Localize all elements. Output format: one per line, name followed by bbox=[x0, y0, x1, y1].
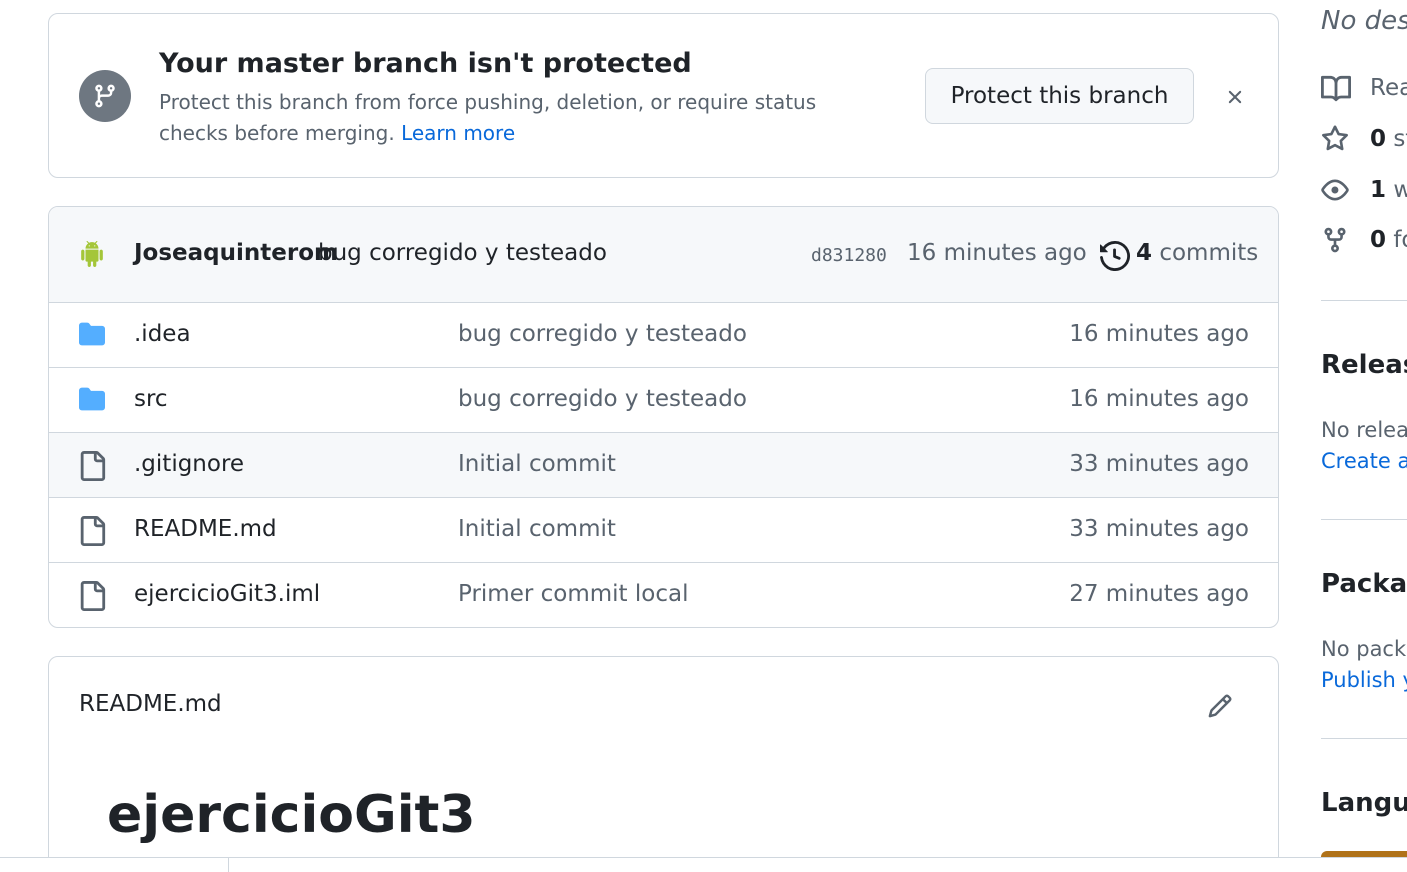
file-name-link[interactable]: .gitignore bbox=[134, 451, 244, 477]
commits-label: commits bbox=[1159, 240, 1259, 266]
folder-icon bbox=[77, 386, 107, 416]
file-icon bbox=[77, 451, 107, 485]
commits-link[interactable]: 4 commits bbox=[1136, 240, 1258, 266]
file-name-link[interactable]: .idea bbox=[134, 321, 191, 347]
file-name-link[interactable]: src bbox=[134, 386, 168, 412]
table-row[interactable]: ejercicioGit3.iml Primer commit local 27… bbox=[49, 563, 1278, 627]
file-listing: Joseaquinterom bug corregido y testeado … bbox=[48, 206, 1279, 628]
file-commit-message[interactable]: Initial commit bbox=[458, 451, 616, 477]
file-commit-time: 33 minutes ago bbox=[1069, 516, 1249, 542]
commit-message[interactable]: bug corregido y testeado bbox=[318, 240, 607, 266]
star-icon bbox=[1321, 125, 1349, 157]
stars-label: st bbox=[1393, 126, 1407, 152]
publish-package-link[interactable]: Publish yo bbox=[1321, 668, 1407, 692]
file-commit-time: 16 minutes ago bbox=[1069, 386, 1249, 412]
create-release-link[interactable]: Create a r bbox=[1321, 449, 1407, 473]
learn-more-link[interactable]: Learn more bbox=[401, 121, 515, 145]
table-row[interactable]: src bug corregido y testeado 16 minutes … bbox=[49, 368, 1278, 433]
watchers-count: 1 bbox=[1370, 177, 1387, 203]
banner-description: Protect this branch from force pushing, … bbox=[159, 87, 879, 149]
watchers-label: wa bbox=[1393, 177, 1407, 203]
divider bbox=[1321, 738, 1407, 739]
commit-sha[interactable]: d831280 bbox=[811, 245, 887, 266]
file-commit-time: 27 minutes ago bbox=[1069, 581, 1249, 607]
book-icon bbox=[1321, 74, 1352, 108]
readme-title[interactable]: README.md bbox=[79, 691, 222, 717]
readme-panel: README.md ejercicioGit3 bbox=[48, 656, 1279, 872]
forks-label: fo bbox=[1393, 227, 1407, 253]
repo-description: No desc bbox=[1321, 6, 1407, 36]
readme-label: Rea bbox=[1370, 75, 1407, 101]
commit-time: 16 minutes ago bbox=[907, 240, 1087, 266]
table-row[interactable]: .idea bug corregido y testeado 16 minute… bbox=[49, 303, 1278, 368]
status-strip bbox=[0, 858, 1407, 872]
git-branch-icon bbox=[79, 70, 131, 122]
table-row[interactable]: README.md Initial commit 33 minutes ago bbox=[49, 498, 1278, 563]
close-icon[interactable] bbox=[1222, 84, 1248, 110]
languages-heading: Langua bbox=[1321, 788, 1407, 818]
packages-heading[interactable]: Packag bbox=[1321, 569, 1407, 599]
folder-icon bbox=[77, 321, 107, 351]
android-avatar-icon[interactable] bbox=[79, 241, 105, 271]
readme-heading: ejercicioGit3 bbox=[107, 785, 476, 845]
file-commit-time: 16 minutes ago bbox=[1069, 321, 1249, 347]
packages-text: No packa bbox=[1321, 637, 1407, 661]
commit-count: 4 bbox=[1136, 240, 1153, 266]
status-divider bbox=[228, 858, 229, 872]
file-commit-message[interactable]: bug corregido y testeado bbox=[458, 321, 747, 347]
file-name-link[interactable]: ejercicioGit3.iml bbox=[134, 581, 320, 607]
branch-protection-banner: Your master branch isn't protected Prote… bbox=[48, 13, 1279, 178]
stars-count: 0 bbox=[1370, 126, 1387, 152]
protect-branch-button[interactable]: Protect this branch bbox=[925, 68, 1194, 124]
file-commit-message[interactable]: Primer commit local bbox=[458, 581, 688, 607]
banner-title: Your master branch isn't protected bbox=[159, 48, 692, 79]
file-commit-time: 33 minutes ago bbox=[1069, 451, 1249, 477]
commit-author[interactable]: Joseaquinterom bbox=[134, 240, 338, 266]
latest-commit-bar: Joseaquinterom bug corregido y testeado … bbox=[49, 207, 1278, 303]
eye-icon bbox=[1321, 176, 1349, 208]
divider bbox=[1321, 519, 1407, 520]
file-icon bbox=[77, 581, 107, 615]
file-icon bbox=[77, 516, 107, 550]
table-row[interactable]: .gitignore Initial commit 33 minutes ago bbox=[49, 433, 1278, 498]
releases-text: No releas bbox=[1321, 418, 1407, 442]
history-icon[interactable] bbox=[1100, 240, 1131, 275]
releases-heading[interactable]: Release bbox=[1321, 350, 1407, 380]
repo-sidebar: No desc Rea 0 st 1 wa 0 fo Release No re… bbox=[1321, 0, 1407, 872]
forks-count: 0 bbox=[1370, 227, 1387, 253]
file-commit-message[interactable]: Initial commit bbox=[458, 516, 616, 542]
file-commit-message[interactable]: bug corregido y testeado bbox=[458, 386, 747, 412]
pencil-icon[interactable] bbox=[1207, 693, 1233, 723]
divider bbox=[1321, 300, 1407, 301]
file-name-link[interactable]: README.md bbox=[134, 516, 277, 542]
fork-icon bbox=[1321, 226, 1349, 258]
